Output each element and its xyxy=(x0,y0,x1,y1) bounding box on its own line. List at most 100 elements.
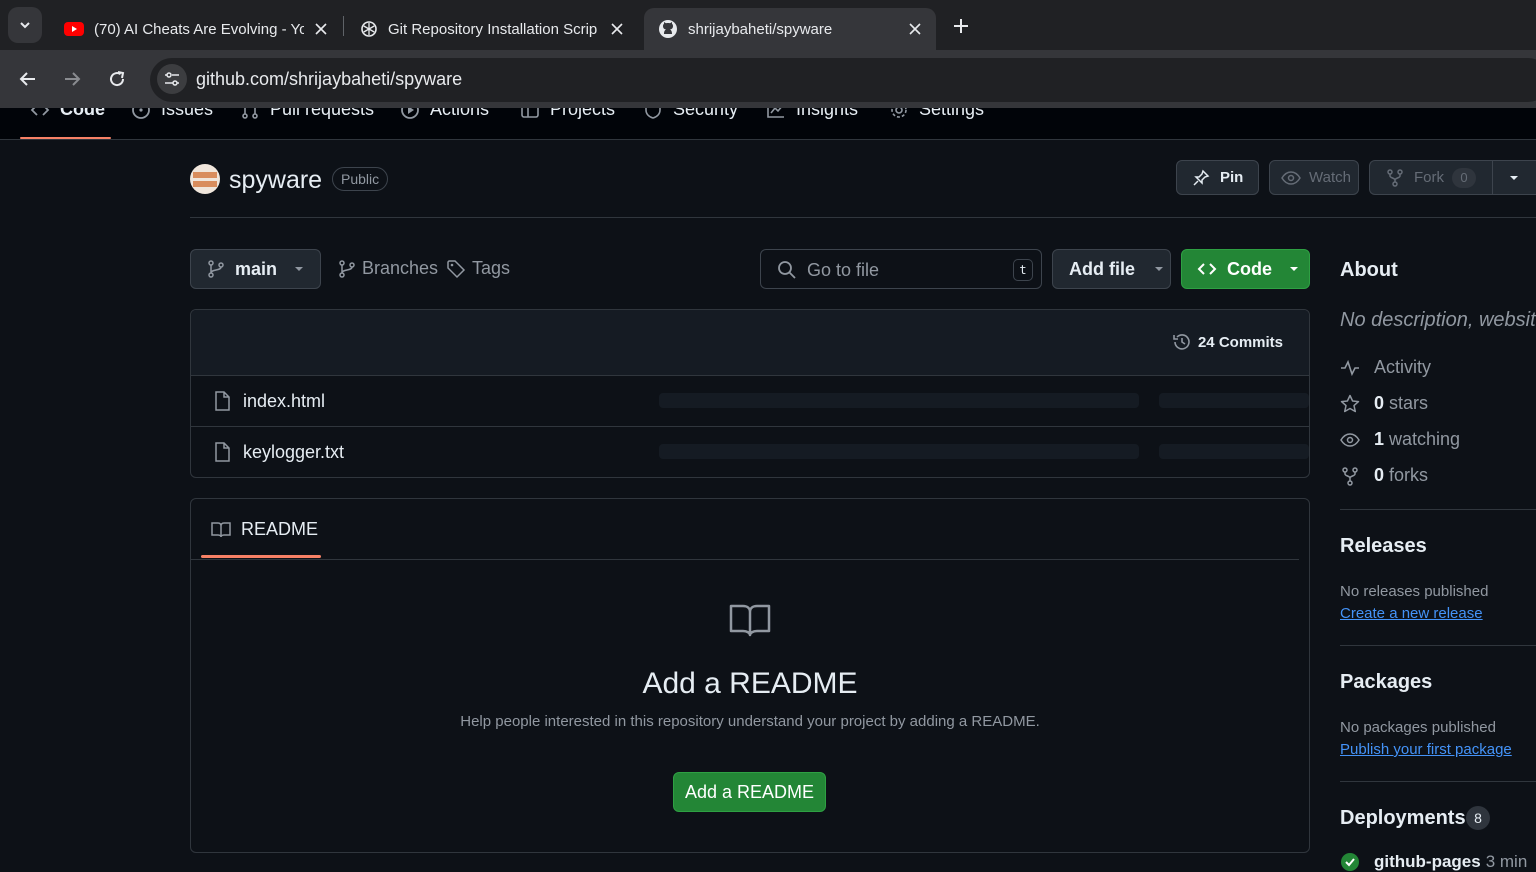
tab-separator xyxy=(343,16,344,36)
deployment-name[interactable]: github-pages xyxy=(1374,852,1481,872)
code-label: Code xyxy=(1227,258,1272,279)
tab-insights[interactable]: Insights xyxy=(766,108,858,120)
packages-text: No packages published xyxy=(1340,719,1496,736)
tags-link[interactable]: Tags xyxy=(446,258,510,279)
site-info-button[interactable] xyxy=(157,64,187,94)
tab-pull-requests[interactable]: Pull requests xyxy=(240,108,374,120)
readme-panel: README Add a README Help people interest… xyxy=(190,498,1310,853)
watching-count: 1 xyxy=(1374,429,1385,449)
book-icon xyxy=(211,521,231,537)
eye-icon xyxy=(1340,432,1360,447)
close-tab-icon[interactable] xyxy=(906,20,924,38)
pin-label: Pin xyxy=(1220,169,1244,186)
pin-button[interactable]: Pin xyxy=(1176,160,1259,195)
stars-link[interactable]: 0 stars xyxy=(1340,393,1428,414)
activity-link[interactable]: Activity xyxy=(1340,357,1431,378)
browser-tab-strip: (70) AI Cheats Are Evolving - Yo Git Rep… xyxy=(0,0,1536,50)
publish-package-link[interactable]: Publish your first package xyxy=(1340,741,1512,758)
forks-link[interactable]: 0 forks xyxy=(1340,465,1428,486)
loading-placeholder xyxy=(1159,444,1309,459)
tab-issues[interactable]: Issues xyxy=(131,108,213,120)
tab-actions[interactable]: Actions xyxy=(400,108,489,120)
deployment-item[interactable]: github-pages 3 min xyxy=(1340,852,1527,872)
commits-link[interactable]: 24 Commits xyxy=(1172,332,1283,352)
url-text[interactable]: github.com/shrijaybaheti/spyware xyxy=(196,69,462,90)
visibility-badge: Public xyxy=(332,167,389,191)
watching-link[interactable]: 1 watching xyxy=(1340,429,1460,450)
packages-heading[interactable]: Packages xyxy=(1340,671,1432,694)
go-to-file-input[interactable]: Go to file t xyxy=(760,249,1042,289)
reload-icon xyxy=(110,71,125,87)
file-table-header: 24 Commits xyxy=(191,310,1309,376)
deployments-count: 8 xyxy=(1466,806,1490,830)
forward-button[interactable] xyxy=(58,65,86,93)
pin-icon xyxy=(1193,169,1210,186)
table-icon xyxy=(521,108,539,118)
search-placeholder: Go to file xyxy=(807,260,880,280)
repo-name[interactable]: spyware xyxy=(229,166,322,195)
back-button[interactable] xyxy=(14,65,42,93)
branch-select[interactable]: main xyxy=(190,249,321,289)
deployments-heading[interactable]: Deployments xyxy=(1340,807,1466,830)
releases-heading[interactable]: Releases xyxy=(1340,535,1427,558)
tab-label: Code xyxy=(60,108,105,119)
tab-label: Insights xyxy=(796,108,859,119)
youtube-icon xyxy=(64,22,84,36)
file-name[interactable]: keylogger.txt xyxy=(243,442,344,463)
fork-count: 0 xyxy=(1452,167,1476,188)
tab-title: (70) AI Cheats Are Evolving - Yo xyxy=(94,20,304,38)
tab-code[interactable]: Code xyxy=(30,108,105,120)
avatar[interactable] xyxy=(190,164,220,194)
close-tab-icon[interactable] xyxy=(608,20,626,38)
tag-icon xyxy=(447,259,466,278)
eye-icon xyxy=(1281,170,1301,185)
tab-chatgpt[interactable]: Git Repository Installation Scrip xyxy=(346,8,638,50)
table-row[interactable]: index.html xyxy=(191,376,1309,427)
file-name[interactable]: index.html xyxy=(243,391,325,412)
header-divider xyxy=(190,217,1536,218)
fork-button[interactable]: Fork 0 xyxy=(1369,160,1536,195)
about-description: No description, website xyxy=(1340,309,1536,331)
sidebar-divider xyxy=(1340,645,1536,646)
selected-tab-underline xyxy=(20,137,111,139)
arrow-right-icon xyxy=(65,72,81,86)
tab-security[interactable]: Security xyxy=(643,108,738,120)
new-tab-button[interactable] xyxy=(948,13,974,39)
add-file-label: Add file xyxy=(1069,258,1135,279)
watching-label: watching xyxy=(1389,429,1461,449)
close-tab-icon[interactable] xyxy=(312,20,330,38)
reload-button[interactable] xyxy=(103,65,131,93)
add-file-button[interactable]: Add file xyxy=(1052,249,1171,289)
watch-button[interactable]: Watch xyxy=(1269,160,1359,195)
gear-icon xyxy=(891,108,907,118)
tab-settings[interactable]: Settings xyxy=(889,108,984,120)
file-icon xyxy=(215,442,230,462)
tab-label: Settings xyxy=(919,108,985,119)
caret-down-icon[interactable] xyxy=(1508,173,1520,183)
forks-label: forks xyxy=(1389,465,1429,485)
pull-request-icon xyxy=(242,108,258,119)
code-button[interactable]: Code xyxy=(1181,249,1310,289)
tab-youtube[interactable]: (70) AI Cheats Are Evolving - Yo xyxy=(50,8,342,50)
deployment-time: 3 min xyxy=(1485,852,1528,871)
add-readme-button[interactable]: Add a README xyxy=(673,772,826,812)
fork-icon xyxy=(1387,168,1403,187)
tab-title: Git Repository Installation Scrip xyxy=(388,20,598,38)
readme-tab[interactable]: README xyxy=(211,519,318,540)
tab-label: Issues xyxy=(161,108,214,119)
sidebar-divider xyxy=(1340,509,1536,510)
file-icon xyxy=(215,391,230,411)
branches-link[interactable]: Branches xyxy=(338,258,438,279)
create-release-link[interactable]: Create a new release xyxy=(1340,605,1483,622)
about-heading: About xyxy=(1340,259,1398,281)
fork-icon xyxy=(1342,466,1358,486)
tab-projects[interactable]: Projects xyxy=(520,108,615,120)
book-icon xyxy=(729,604,771,637)
tab-label: Security xyxy=(673,108,739,119)
tab-github[interactable]: shrijaybaheti/spyware xyxy=(644,8,936,50)
plus-icon xyxy=(954,19,968,33)
table-row[interactable]: keylogger.txt xyxy=(191,427,1309,477)
history-icon xyxy=(1173,334,1190,350)
readme-title: Add a README xyxy=(642,667,858,700)
tab-search-button[interactable] xyxy=(8,7,42,43)
